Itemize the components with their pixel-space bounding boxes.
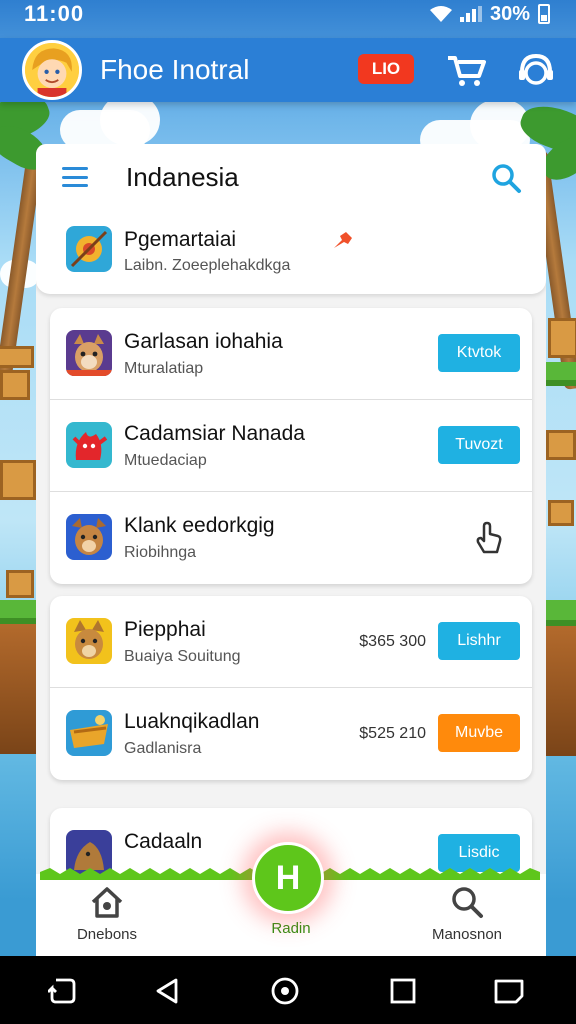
list-item[interactable]: Cadamsiar Nanada Mtuedaciap Tuvozt <box>50 400 532 492</box>
list-item-price: $525 210 <box>359 725 426 742</box>
panel-title: Indanesia <box>126 162 239 192</box>
nav-label-center: Radin <box>271 920 311 937</box>
list-item-subtitle: Mtuedaciap <box>124 452 207 469</box>
status-bar: 11:00 30% <box>0 0 576 28</box>
search-icon <box>452 887 483 918</box>
list-item-subtitle: Riobihnga <box>124 544 197 561</box>
list-item-name: Piepphai <box>124 618 206 641</box>
header-badge-button[interactable]: LIO <box>358 54 414 84</box>
system-navigation-bar <box>0 956 576 1024</box>
nav-item-center[interactable]: Radin <box>226 914 356 937</box>
list-item-subtitle: Mturalatiap <box>124 360 204 377</box>
list-item-name: Cadamsiar Nanada <box>124 422 305 445</box>
pinned-item-subtitle: Laibn. Zoeeplehakdkga <box>124 257 291 274</box>
status-indicators: 30% <box>429 2 550 26</box>
app-title: Fhoe Inotral <box>100 54 250 85</box>
nav-label-search: Manosnon <box>431 926 503 943</box>
list-item-name: Luaknqikadlan <box>124 710 260 733</box>
signal-icon <box>459 6 482 22</box>
back-icon[interactable] <box>152 976 182 1006</box>
nav-item-search[interactable]: Manosnon <box>402 884 532 943</box>
list-item[interactable]: Luaknqikadlan Gadlanisra $525 210 Muvbe <box>50 688 532 780</box>
home-button-icon[interactable] <box>270 976 300 1006</box>
wifi-icon <box>429 6 452 22</box>
panel-header: Indanesia Pgemartaiai Laibn. Zoeeplehakd… <box>36 144 546 294</box>
app-icon <box>66 330 112 376</box>
rotate-icon[interactable] <box>48 976 78 1006</box>
list-item[interactable]: Piepphai Buaiya Souitung $365 300 Lishhr <box>50 596 532 688</box>
app-icon <box>66 710 112 756</box>
list-item-name: Klank eedorkgig <box>124 514 275 537</box>
list-item[interactable]: Klank eedorkgig Riobihnga <box>50 492 532 584</box>
main-panel: Indanesia Pgemartaiai Laibn. Zoeeplehakd… <box>36 144 546 956</box>
list-item-action-button[interactable]: Tuvozt <box>438 426 520 464</box>
app-icon <box>66 618 112 664</box>
list-item-name: Garlasan iohahia <box>124 330 283 353</box>
shopping-cart-icon[interactable] <box>446 52 486 88</box>
list-item-action-button[interactable]: Ktvtok <box>438 334 520 372</box>
battery-percent: 30% <box>489 2 530 25</box>
keyboard-toggle-icon[interactable] <box>492 976 526 1006</box>
support-headset-icon[interactable] <box>516 52 556 88</box>
list-item-action-button[interactable]: Muvbe <box>438 714 520 752</box>
center-action-button[interactable]: H <box>252 842 324 914</box>
app-list-card: Piepphai Buaiya Souitung $365 300 Lishhr… <box>50 596 532 780</box>
h-icon: H <box>275 858 301 897</box>
menu-icon[interactable] <box>62 167 88 187</box>
list-item-subtitle: Buaiya Souitung <box>124 648 241 665</box>
battery-icon <box>538 4 550 24</box>
app-list-card: Garlasan iohahia Mturalatiap Ktvtok Cada… <box>50 308 532 584</box>
hand-pointer-icon[interactable] <box>472 520 506 556</box>
pin-marker-icon <box>334 232 352 248</box>
avatar[interactable] <box>22 40 82 100</box>
nav-label-home: Dnebons <box>76 926 138 943</box>
list-item-price: $365 300 <box>359 633 426 650</box>
pinned-app-icon <box>66 226 112 272</box>
recent-apps-icon[interactable] <box>388 976 418 1006</box>
pinned-item-name: Pgemartaiai <box>124 228 237 251</box>
app-header: Fhoe Inotral LIO <box>0 38 576 102</box>
app-icon <box>66 514 112 560</box>
app-icon <box>66 422 112 468</box>
list-item-subtitle: Gadlanisra <box>124 740 202 757</box>
search-icon[interactable] <box>490 162 522 194</box>
list-item-action-button[interactable]: Lishhr <box>438 622 520 660</box>
list-item-name: Cadaaln <box>124 830 203 853</box>
home-icon <box>91 887 123 918</box>
list-item[interactable]: Garlasan iohahia Mturalatiap Ktvtok <box>50 308 532 400</box>
status-time: 11:00 <box>24 1 85 26</box>
nav-item-home[interactable]: Dnebons <box>42 884 172 943</box>
